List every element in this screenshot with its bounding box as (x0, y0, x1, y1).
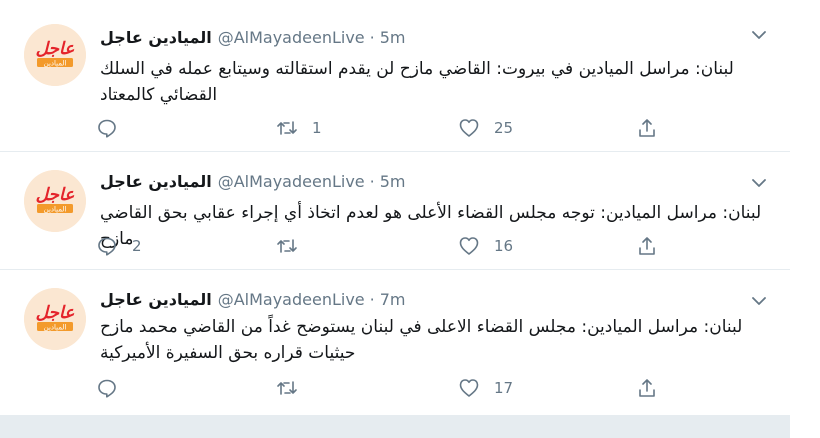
like-button[interactable]: 16 (458, 234, 513, 258)
reply-icon (96, 377, 118, 399)
tweet[interactable]: عاجل الميادين الميادين عاجل @AlMayadeenL… (0, 152, 790, 270)
avatar[interactable]: عاجل الميادين (24, 24, 86, 86)
reply-button[interactable] (96, 116, 132, 140)
display-name[interactable]: الميادين عاجل (100, 28, 212, 47)
retweet-icon (276, 117, 298, 139)
display-name[interactable]: الميادين عاجل (100, 172, 212, 191)
tweet-header: الميادين عاجل @AlMayadeenLive · 5m (100, 170, 406, 192)
retweet-button[interactable] (276, 234, 312, 258)
like-button[interactable]: 25 (458, 116, 513, 140)
chevron-down-icon[interactable] (750, 174, 768, 192)
tweet-actions: 1 25 (96, 116, 676, 140)
share-button[interactable] (636, 376, 658, 400)
like-count: 17 (494, 379, 514, 397)
feed-bottom-divider (0, 416, 790, 438)
svg-text:عاجل: عاجل (36, 303, 76, 323)
timestamp[interactable]: 5m (380, 172, 406, 191)
display-name[interactable]: الميادين عاجل (100, 290, 212, 309)
like-icon (458, 377, 480, 399)
tweet-header: الميادين عاجل @AlMayadeenLive · 7m (100, 288, 406, 310)
svg-text:عاجل: عاجل (36, 39, 76, 59)
tweet-feed: عاجل الميادين الميادين عاجل @AlMayadeenL… (0, 0, 790, 438)
user-handle[interactable]: @AlMayadeenLive (218, 172, 365, 191)
retweet-count: 1 (312, 119, 322, 137)
like-icon (458, 117, 480, 139)
like-button[interactable]: 17 (458, 376, 513, 400)
tweet-actions: 17 (96, 376, 676, 400)
tweet-text: لبنان: مراسل الميادين: مجلس القضاء الاعل… (100, 317, 743, 363)
share-icon (636, 235, 658, 257)
retweet-icon (276, 377, 298, 399)
user-handle[interactable]: @AlMayadeenLive (218, 28, 365, 47)
tweet-header: الميادين عاجل @AlMayadeenLive · 5m (100, 26, 406, 48)
share-button[interactable] (636, 234, 658, 258)
share-icon (636, 117, 658, 139)
tweet[interactable]: عاجل الميادين الميادين عاجل @AlMayadeenL… (0, 270, 790, 416)
timestamp[interactable]: 5m (380, 28, 406, 47)
chevron-down-icon[interactable] (750, 26, 768, 44)
reply-button[interactable]: 2 (96, 234, 142, 258)
like-icon (458, 235, 480, 257)
reply-button[interactable] (96, 376, 132, 400)
svg-text:الميادين: الميادين (44, 324, 67, 332)
user-handle[interactable]: @AlMayadeenLive (218, 290, 365, 309)
avatar[interactable]: عاجل الميادين (24, 170, 86, 232)
tweet-actions: 2 16 (96, 234, 676, 258)
separator-dot: · (369, 289, 375, 309)
svg-text:عاجل: عاجل (36, 185, 76, 205)
separator-dot: · (369, 171, 375, 191)
tweet[interactable]: عاجل الميادين الميادين عاجل @AlMayadeenL… (0, 0, 790, 152)
reply-icon (96, 117, 118, 139)
reply-icon (96, 235, 118, 257)
like-count: 25 (494, 119, 514, 137)
timestamp[interactable]: 7m (380, 290, 406, 309)
svg-text:الميادين: الميادين (44, 206, 67, 214)
retweet-button[interactable] (276, 376, 312, 400)
retweet-icon (276, 235, 298, 257)
avatar[interactable]: عاجل الميادين (24, 288, 86, 350)
reply-count: 2 (132, 237, 142, 255)
svg-text:الميادين: الميادين (44, 60, 67, 68)
like-count: 16 (494, 237, 514, 255)
share-icon (636, 377, 658, 399)
right-gutter (790, 0, 820, 438)
tweet-text: لبنان: مراسل الميادين في بيروت: القاضي م… (100, 59, 734, 105)
share-button[interactable] (636, 116, 658, 140)
separator-dot: · (369, 27, 375, 47)
chevron-down-icon[interactable] (750, 292, 768, 310)
retweet-button[interactable]: 1 (276, 116, 322, 140)
